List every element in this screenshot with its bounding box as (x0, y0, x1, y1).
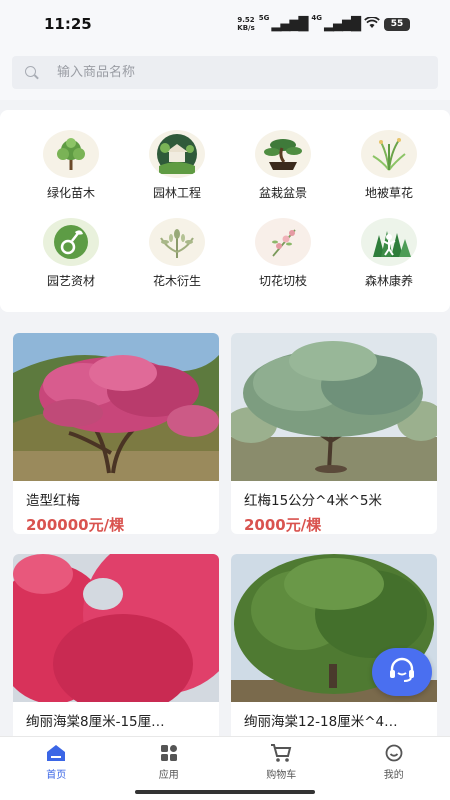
category-panel: 绿化苗木 园林工程 盆栽盆景 地被草花 园艺资材 花木衍生 切花切枝 森林康养 (0, 110, 450, 312)
search-box[interactable] (12, 56, 438, 89)
tab-home[interactable]: 首页 (0, 737, 113, 786)
product-image (13, 554, 219, 702)
product-image (13, 333, 219, 481)
plant-derivative-icon (149, 218, 205, 266)
product-name: 红梅15公分^4米^5米 (244, 493, 382, 509)
category-item-seedlings[interactable]: 绿化苗木 (18, 130, 124, 218)
category-item-bonsai[interactable]: 盆栽盆景 (230, 130, 336, 218)
product-card[interactable]: 红梅15公分^4米^5米 2000元/棵 (231, 333, 437, 534)
garden-pavilion-icon (149, 130, 205, 178)
product-name: 绚丽海棠12-18厘米^4… (244, 714, 398, 730)
product-name: 造型红梅 (26, 493, 80, 509)
cut-flower-icon (255, 218, 311, 266)
headset-icon (388, 657, 416, 687)
tab-profile[interactable]: 我的 (338, 737, 450, 786)
wifi-icon (364, 15, 380, 32)
home-indicator (0, 786, 450, 800)
status-indicators: 9.52 KB/s 5G ▂▄▆█ 4G ▂▄▆█ 55 (237, 14, 410, 34)
signal-bars-icon: ▂▄▆█ (324, 16, 361, 32)
category-item-cut-flowers[interactable]: 切花切枝 (230, 218, 336, 306)
category-item-ground-cover[interactable]: 地被草花 (336, 130, 442, 218)
product-card[interactable]: 绚丽海棠8厘米-15厘… (13, 554, 219, 744)
profile-icon (385, 743, 403, 763)
search-input[interactable] (57, 65, 397, 80)
tab-apps[interactable]: 应用 (113, 737, 226, 786)
product-image (231, 333, 437, 481)
product-name: 绚丽海棠8厘米-15厘… (26, 714, 165, 730)
signal-bars-icon: ▂▄▆█ (271, 16, 308, 32)
category-item-supplies[interactable]: 园艺资材 (18, 218, 124, 306)
customer-service-button[interactable] (372, 648, 432, 696)
signal-4g-label: 4G (311, 14, 322, 22)
apps-icon (160, 743, 178, 763)
home-icon (46, 743, 66, 763)
grass-flower-icon (361, 130, 417, 178)
forest-wellness-icon (361, 218, 417, 266)
tab-cart[interactable]: 购物车 (225, 737, 338, 786)
search-bar (0, 46, 450, 100)
status-bar: 11:25 9.52 KB/s 5G ▂▄▆█ 4G ▂▄▆█ 55 (0, 0, 450, 46)
product-price: 200000元/棵 (26, 516, 125, 534)
product-price: 2000元/棵 (244, 516, 322, 534)
network-speed: 9.52 KB/s (237, 16, 255, 32)
category-item-derivatives[interactable]: 花木衍生 (124, 218, 230, 306)
status-time: 11:25 (44, 15, 92, 33)
gardening-supplies-icon (43, 218, 99, 266)
tree-icon (43, 130, 99, 178)
product-card[interactable]: 造型红梅 200000元/棵 (13, 333, 219, 534)
bottom-tab-bar: 首页 应用 购物车 我的 (0, 736, 450, 786)
battery-icon: 55 (384, 17, 410, 31)
category-item-forest-wellness[interactable]: 森林康养 (336, 218, 442, 306)
search-icon (25, 65, 39, 80)
bonsai-icon (255, 130, 311, 178)
cart-icon (270, 743, 292, 763)
signal-5g-label: 5G (258, 14, 270, 22)
category-item-landscaping[interactable]: 园林工程 (124, 130, 230, 218)
